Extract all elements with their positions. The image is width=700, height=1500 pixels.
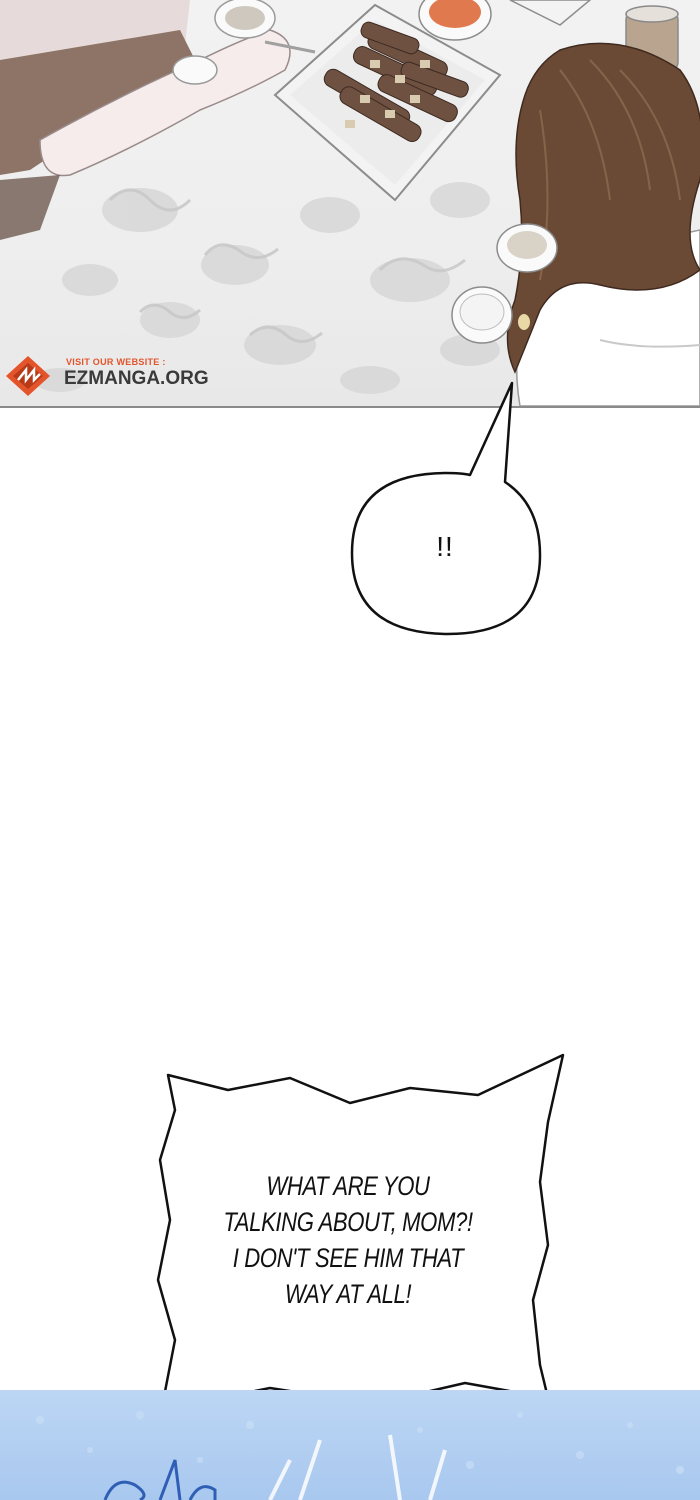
blue-panel-pattern <box>36 1411 684 1500</box>
dialogue-line: TALKING ABOUT, MOM?! <box>223 1207 473 1237</box>
dialogue-line: WHAT ARE YOU <box>266 1171 430 1201</box>
sound-effect-strokes <box>103 1459 217 1500</box>
exclamation-text: !! <box>436 531 454 562</box>
bottom-blue-panel <box>0 1390 700 1500</box>
dialogue-line: WAY AT ALL! <box>284 1279 412 1309</box>
dialogue-text: WHAT ARE YOU TALKING ABOUT, MOM?! I DON'… <box>206 1168 490 1312</box>
exclamation-bubble <box>350 381 542 636</box>
dialogue-line: I DON'T SEE HIM THAT <box>232 1243 464 1273</box>
